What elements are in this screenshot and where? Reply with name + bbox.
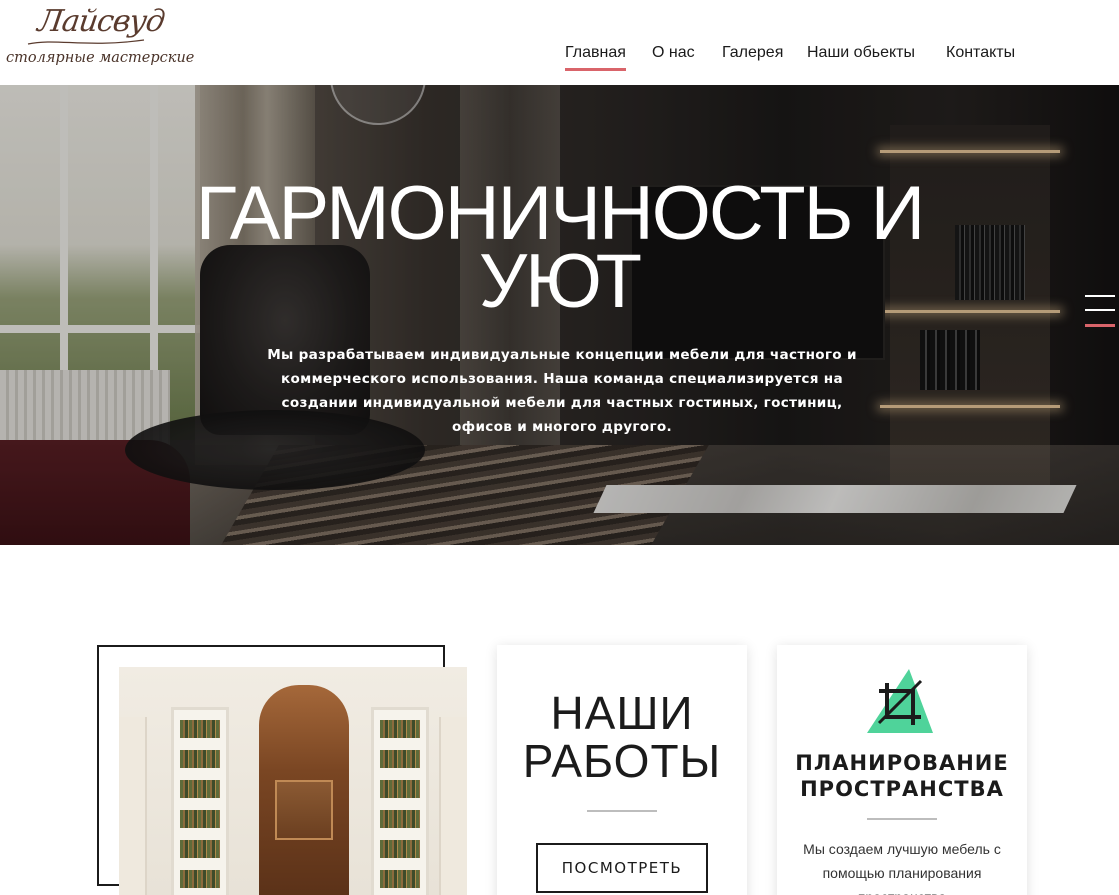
nav-item-objects[interactable]: Наши обьекты [807,44,915,62]
hero-description: Мы разрабатываем индивидуальные концепци… [267,347,857,435]
view-works-button[interactable]: ПОСМОТРЕТЬ [536,843,708,893]
nav-item-gallery[interactable]: Галерея [722,44,783,62]
hero-banner: ГАРМОНИЧНОСТЬ И УЮТ Мы разрабатываем инд… [0,85,1119,545]
main-nav: Главная О нас Галерея Наши обьекты Конта… [0,44,1119,74]
our-works-card: НАШИ РАБОТЫ ПОСМОТРЕТЬ [497,645,747,895]
nav-item-contacts[interactable]: Контакты [946,44,1015,62]
carved-cabinet [259,685,349,895]
planning-description: Мы создаем лучшую мебель с помощью плани… [803,841,1001,895]
divider [867,818,937,820]
hero-title: ГАРМОНИЧНОСТЬ И УЮТ [0,176,1119,320]
bookcase-left [171,707,229,895]
hamburger-menu-icon[interactable] [1085,293,1115,337]
space-planning-card: ПЛАНИРОВАНИЕ ПРОСТРАНСТВА Мы создаем луч… [777,645,1027,895]
divider [587,810,657,812]
hero-title-line2: УЮТ [478,239,642,324]
logo-script: Лайсвуд [35,4,167,39]
bookcase-right [371,707,429,895]
works-title: НАШИ РАБОТЫ [522,687,722,787]
crop-icon [867,669,933,733]
furniture-photo[interactable] [119,667,467,895]
nav-item-home[interactable]: Главная [565,44,626,71]
planning-title: ПЛАНИРОВАНИЕ ПРОСТРАНСТВА [795,751,1009,801]
nav-item-about[interactable]: О нас [652,44,695,62]
site-header: Лайсвуд столярные мастерские Главная О н… [0,0,1119,85]
